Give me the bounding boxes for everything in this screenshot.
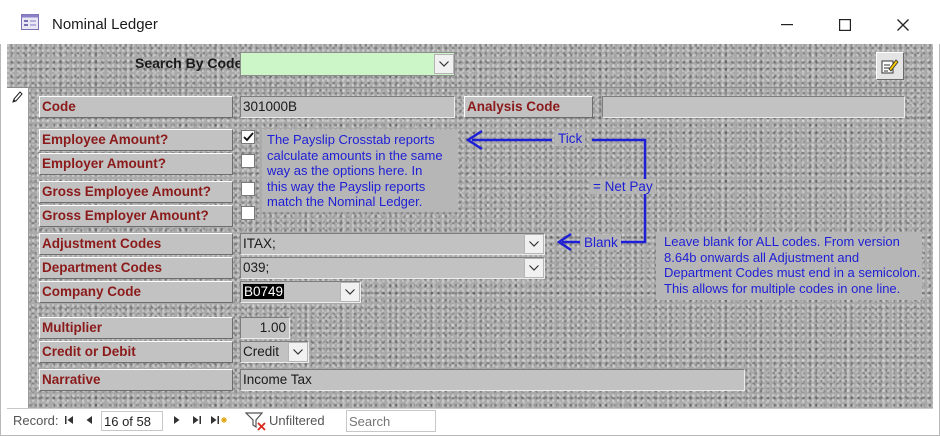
codes-note: Leave blank for ALL codes. From version … — [656, 232, 922, 300]
multiplier-field[interactable]: 1.00 — [240, 317, 290, 339]
adjustment-codes-dropdown-button[interactable] — [524, 234, 544, 254]
first-record-button[interactable] — [62, 412, 76, 428]
department-codes-dropdown-button[interactable] — [524, 258, 544, 278]
adjustment-codes-label: Adjustment Codes — [39, 233, 233, 255]
company-code-combo[interactable]: B0749 — [240, 281, 361, 303]
narrative-field[interactable]: Income Tax — [240, 369, 745, 391]
credit-or-debit-label: Credit or Debit — [39, 341, 233, 363]
note-line: Leave blank for ALL codes. From version — [664, 234, 900, 249]
note-line: 8.64b onwards all Adjustment and — [664, 249, 860, 265]
previous-record-icon — [86, 416, 92, 424]
dropdown-arrow-icon — [345, 289, 355, 295]
department-codes-combo[interactable]: 039; — [240, 257, 545, 279]
first-record-icon — [65, 416, 73, 424]
net-pay-annotation: = Net Pay — [590, 179, 656, 194]
dropdown-arrow-icon — [293, 349, 303, 355]
note-line: Department Codes must end in a semicolon… — [664, 265, 921, 281]
current-record-text: 16 of 58 — [104, 414, 151, 429]
current-record-field[interactable]: 16 of 58 — [101, 411, 163, 431]
last-record-icon — [193, 416, 201, 424]
last-record-button[interactable] — [190, 412, 204, 428]
new-record-icon — [211, 416, 227, 424]
adjustment-codes-combo[interactable]: ITAX; — [240, 233, 545, 255]
credit-or-debit-value: Credit — [243, 344, 280, 359]
company-code-dropdown-button[interactable] — [340, 282, 360, 302]
adjustment-codes-value: ITAX; — [243, 236, 276, 251]
previous-record-button[interactable] — [82, 412, 96, 428]
next-record-button[interactable] — [170, 412, 184, 428]
company-code-label: Company Code — [39, 281, 233, 303]
blank-annotation: Blank — [581, 235, 621, 250]
filter-toggle[interactable]: Unfiltered — [245, 410, 337, 432]
narrative-label: Narrative — [39, 369, 233, 391]
multiplier-label: Multiplier — [39, 317, 233, 339]
company-code-value: B0749 — [243, 284, 285, 299]
record-label: Record: — [13, 413, 59, 428]
dropdown-arrow-icon — [529, 265, 539, 271]
record-search-input[interactable] — [346, 410, 436, 432]
filter-status: Unfiltered — [269, 413, 325, 428]
credit-or-debit-combo[interactable]: Credit — [240, 341, 309, 363]
next-record-icon — [174, 416, 180, 424]
tick-annotation: Tick — [555, 131, 586, 146]
filter-icon — [245, 412, 266, 431]
credit-or-debit-dropdown-button[interactable] — [288, 342, 308, 362]
dropdown-arrow-icon — [529, 241, 539, 247]
department-codes-label: Department Codes — [39, 257, 233, 279]
note-line: This allows for multiple codes in one li… — [664, 280, 901, 296]
new-record-button[interactable] — [208, 412, 232, 428]
department-codes-value: 039; — [243, 260, 270, 275]
